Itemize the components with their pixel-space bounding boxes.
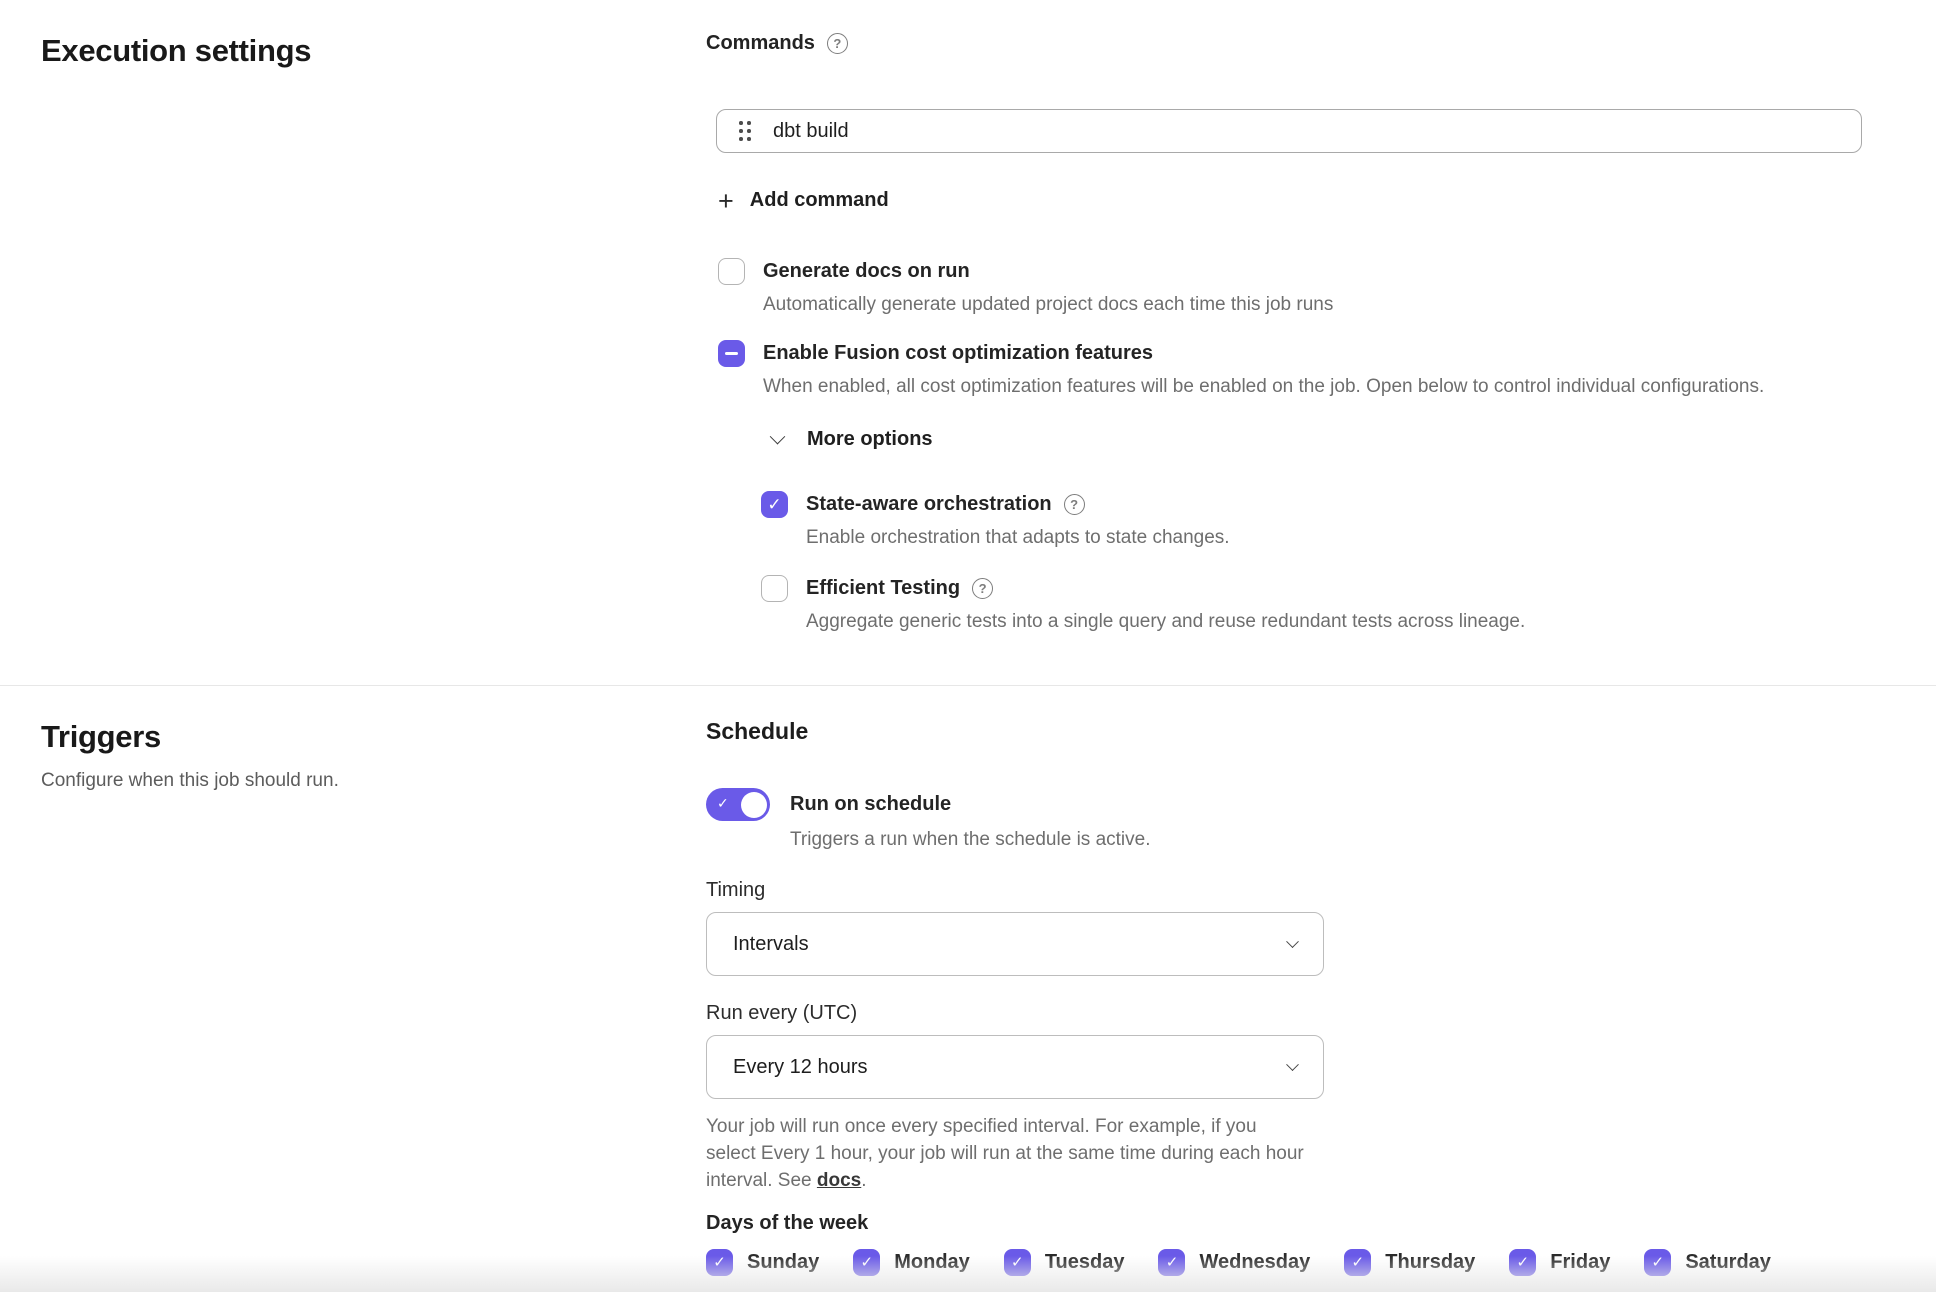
triggers-title: Triggers: [41, 716, 706, 758]
execution-settings-section: Execution settings Commands ? dbt build …: [0, 0, 1936, 686]
schedule-heading: Schedule: [706, 716, 1895, 746]
days-of-week-label: Days of the week: [706, 1210, 1895, 1237]
question-glyph: ?: [833, 37, 841, 50]
toggle-check-icon: ✓: [717, 796, 729, 810]
triggers-subtitle: Configure when this job should run.: [41, 768, 706, 794]
day-label: Monday: [894, 1251, 970, 1274]
timing-select[interactable]: Intervals: [706, 912, 1324, 976]
days-of-week-row: ✓ Sunday ✓ Monday ✓ Tuesday ✓ Wednesday …: [706, 1249, 1895, 1276]
timing-select-value: Intervals: [733, 933, 809, 956]
generate-docs-body: Generate docs on run Automatically gener…: [763, 256, 1333, 318]
triggers-right-column: Schedule ✓ Run on schedule Triggers a ru…: [706, 716, 1895, 1292]
chevron-down-icon: [1286, 935, 1299, 948]
chevron-down-icon: [1286, 1058, 1299, 1071]
efficient-testing-help-icon[interactable]: ?: [972, 578, 993, 599]
triggers-left-column: Triggers Configure when this job should …: [41, 716, 706, 1292]
more-options-label: More options: [807, 426, 933, 453]
add-command-button[interactable]: + Add command: [718, 187, 889, 214]
generate-docs-description: Automatically generate updated project d…: [763, 292, 1333, 318]
question-glyph: ?: [1070, 498, 1078, 511]
day-item-wednesday[interactable]: ✓ Wednesday: [1158, 1249, 1310, 1276]
check-icon: ✓: [767, 496, 781, 513]
day-label: Tuesday: [1045, 1251, 1125, 1274]
state-aware-help-icon[interactable]: ?: [1064, 494, 1085, 515]
tuesday-checkbox[interactable]: ✓: [1004, 1249, 1031, 1276]
generate-docs-label[interactable]: Generate docs on run: [763, 256, 1333, 286]
more-options-toggle[interactable]: More options: [772, 426, 933, 453]
fusion-optimization-checkbox[interactable]: [718, 340, 745, 367]
execution-right-column: Commands ? dbt build + Add command Gener…: [706, 30, 1895, 685]
efficient-testing-body: Efficient Testing ? Aggregate generic te…: [806, 573, 1525, 635]
state-aware-checkbox[interactable]: ✓: [761, 491, 788, 518]
run-every-select[interactable]: Every 12 hours: [706, 1035, 1324, 1099]
state-aware-body: State-aware orchestration ? Enable orche…: [806, 489, 1230, 551]
plus-icon: +: [718, 191, 734, 211]
interval-help-text: Your job will run once every specified i…: [706, 1113, 1308, 1194]
commands-heading-row: Commands ?: [706, 30, 1895, 57]
state-aware-row: ✓ State-aware orchestration ? Enable orc…: [761, 489, 1895, 551]
job-settings-page: Execution settings Commands ? dbt build …: [0, 0, 1936, 1292]
state-aware-description: Enable orchestration that adapts to stat…: [806, 525, 1230, 551]
commands-help-icon[interactable]: ?: [827, 33, 848, 54]
run-every-label: Run every (UTC): [706, 1000, 1895, 1027]
day-item-sunday[interactable]: ✓ Sunday: [706, 1249, 819, 1276]
friday-checkbox[interactable]: ✓: [1509, 1249, 1536, 1276]
run-on-schedule-toggle[interactable]: ✓: [706, 788, 770, 821]
day-label: Saturday: [1685, 1251, 1771, 1274]
check-icon: ✓: [860, 1255, 873, 1270]
add-command-label: Add command: [750, 187, 889, 214]
check-icon: ✓: [1652, 1255, 1665, 1270]
generate-docs-row: Generate docs on run Automatically gener…: [718, 256, 1895, 318]
sunday-checkbox[interactable]: ✓: [706, 1249, 733, 1276]
run-on-schedule-description: Triggers a run when the schedule is acti…: [790, 827, 1150, 853]
execution-settings-title: Execution settings: [41, 30, 706, 72]
wednesday-checkbox[interactable]: ✓: [1158, 1249, 1185, 1276]
command-value: dbt build: [773, 120, 849, 143]
timing-label: Timing: [706, 877, 1895, 904]
state-aware-label[interactable]: State-aware orchestration ?: [806, 489, 1230, 519]
thursday-checkbox[interactable]: ✓: [1344, 1249, 1371, 1276]
day-item-tuesday[interactable]: ✓ Tuesday: [1004, 1249, 1125, 1276]
efficient-testing-checkbox[interactable]: [761, 575, 788, 602]
commands-label: Commands: [706, 32, 815, 55]
day-item-monday[interactable]: ✓ Monday: [853, 1249, 970, 1276]
execution-left-column: Execution settings: [41, 30, 706, 685]
run-on-schedule-body: Run on schedule Triggers a run when the …: [790, 788, 1150, 853]
efficient-testing-description: Aggregate generic tests into a single qu…: [806, 609, 1525, 635]
generate-docs-checkbox[interactable]: [718, 258, 745, 285]
triggers-section: Triggers Configure when this job should …: [0, 686, 1936, 1292]
check-icon: ✓: [713, 1255, 726, 1270]
run-on-schedule-row: ✓ Run on schedule Triggers a run when th…: [706, 788, 1895, 853]
day-label: Friday: [1550, 1251, 1610, 1274]
check-icon: ✓: [1351, 1255, 1364, 1270]
fusion-optimization-description: When enabled, all cost optimization feat…: [763, 374, 1764, 400]
command-input[interactable]: dbt build: [716, 109, 1862, 153]
question-glyph: ?: [979, 582, 987, 595]
run-every-select-value: Every 12 hours: [733, 1056, 868, 1079]
toggle-knob: [741, 792, 767, 818]
day-item-saturday[interactable]: ✓ Saturday: [1644, 1249, 1771, 1276]
indeterminate-dash-icon: [725, 352, 738, 356]
day-label: Wednesday: [1199, 1251, 1310, 1274]
day-item-friday[interactable]: ✓ Friday: [1509, 1249, 1610, 1276]
chevron-down-icon: [770, 429, 786, 445]
saturday-checkbox[interactable]: ✓: [1644, 1249, 1671, 1276]
day-label: Sunday: [747, 1251, 819, 1274]
check-icon: ✓: [1166, 1255, 1179, 1270]
check-icon: ✓: [1011, 1255, 1024, 1270]
run-on-schedule-label: Run on schedule: [790, 788, 1150, 821]
check-icon: ✓: [1517, 1255, 1530, 1270]
monday-checkbox[interactable]: ✓: [853, 1249, 880, 1276]
day-item-thursday[interactable]: ✓ Thursday: [1344, 1249, 1475, 1276]
day-label: Thursday: [1385, 1251, 1475, 1274]
docs-link[interactable]: docs: [817, 1170, 861, 1191]
fusion-optimization-body: Enable Fusion cost optimization features…: [763, 338, 1764, 400]
efficient-testing-row: Efficient Testing ? Aggregate generic te…: [761, 573, 1895, 635]
drag-handle-icon[interactable]: [739, 121, 751, 141]
fusion-optimization-label[interactable]: Enable Fusion cost optimization features: [763, 338, 1764, 368]
fusion-optimization-row: Enable Fusion cost optimization features…: [718, 338, 1895, 400]
efficient-testing-label[interactable]: Efficient Testing ?: [806, 573, 1525, 603]
